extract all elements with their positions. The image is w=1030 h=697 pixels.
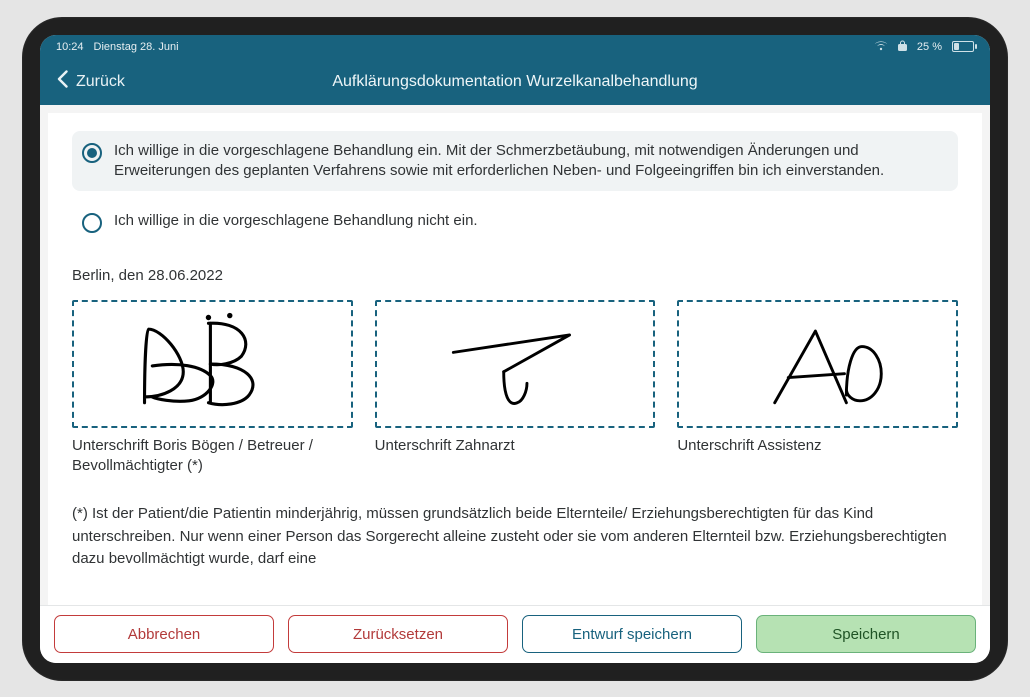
back-label: Zurück [76,73,125,91]
page-title: Aufklärungsdokumentation Wurzelkanalbeha… [40,73,990,91]
signature-label-dentist: Unterschrift Zahnarzt [375,436,656,456]
content-area: Ich willige in die vorgeschlagene Behand… [40,105,990,605]
status-bar: 10:24 Dienstag 28. Juni 25 % [40,35,990,59]
signature-column-dentist: Unterschrift Zahnarzt [375,300,656,475]
footnote: (*) Ist der Patient/die Patientin minder… [72,503,958,571]
lock-icon [898,40,907,54]
nav-bar: Zurück Aufklärungsdokumentation Wurzelka… [40,59,990,105]
bottom-bar: Abbrechen Zurücksetzen Entwurf speichern… [40,605,990,663]
battery-percent: 25 % [917,41,942,53]
battery-fill [954,43,959,50]
consent-option-label: Ich willige in die vorgeschlagene Behand… [114,211,478,231]
radio-unselected-icon [82,213,102,233]
wifi-icon [874,40,888,54]
consent-option-agree[interactable]: Ich willige in die vorgeschlagene Behand… [72,131,958,192]
back-button[interactable]: Zurück [56,70,125,93]
signature-label-patient: Unterschrift Boris Bögen / Betreuer / Be… [72,436,353,475]
place-date: Berlin, den 28.06.2022 [72,267,958,284]
battery-icon [952,41,974,52]
reset-button[interactable]: Zurücksetzen [288,615,508,653]
tablet-frame: 10:24 Dienstag 28. Juni 25 % [22,17,1008,681]
radio-selected-icon [82,143,102,163]
signature-field-patient[interactable] [72,300,353,428]
signature-label-assistant: Unterschrift Assistenz [677,436,958,456]
save-button[interactable]: Speichern [756,615,976,653]
signature-row: Unterschrift Boris Bögen / Betreuer / Be… [72,300,958,475]
cancel-button[interactable]: Abbrechen [54,615,274,653]
status-time: 10:24 [56,41,84,53]
signature-field-assistant[interactable] [677,300,958,428]
save-draft-button[interactable]: Entwurf speichern [522,615,742,653]
screen: 10:24 Dienstag 28. Juni 25 % [40,35,990,663]
status-date: Dienstag 28. Juni [94,41,179,53]
signature-column-assistant: Unterschrift Assistenz [677,300,958,475]
signature-column-patient: Unterschrift Boris Bögen / Betreuer / Be… [72,300,353,475]
chevron-left-icon [56,70,68,93]
content-card: Ich willige in die vorgeschlagene Behand… [48,113,982,605]
signature-field-dentist[interactable] [375,300,656,428]
consent-option-label: Ich willige in die vorgeschlagene Behand… [114,141,944,182]
consent-option-decline[interactable]: Ich willige in die vorgeschlagene Behand… [72,201,958,243]
